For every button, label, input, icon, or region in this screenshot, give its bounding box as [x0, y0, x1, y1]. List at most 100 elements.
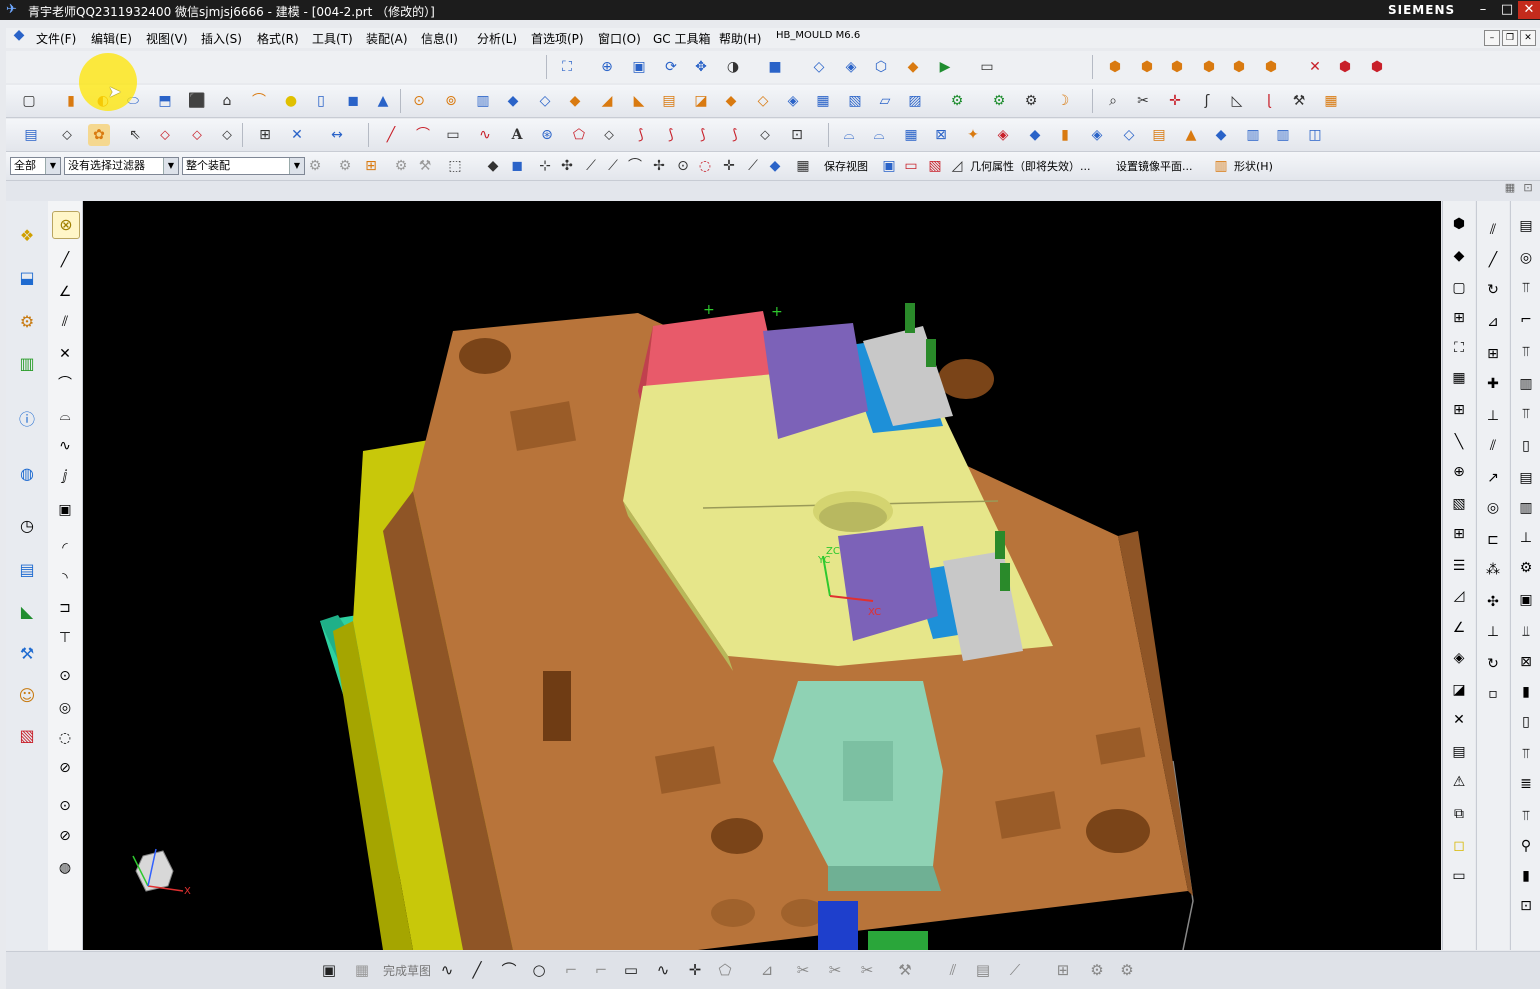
surface-15-icon[interactable]: ▥	[1272, 124, 1294, 146]
rect-select-icon[interactable]: ⬚	[446, 155, 464, 177]
offset-bottom-icon[interactable]: ⊿	[756, 959, 778, 981]
sketch-parallel-icon[interactable]: ⫽	[54, 311, 76, 333]
sketch-circle-2-icon[interactable]: ◎	[54, 697, 76, 719]
selection-3-icon[interactable]: ⊞	[362, 155, 380, 177]
suppress-icon[interactable]: ⬦	[216, 124, 238, 146]
mold-tool-13-icon[interactable]: ▣	[1515, 589, 1537, 611]
assembly-tool-3-icon[interactable]: ⬢	[1166, 56, 1188, 78]
sketch-rect-tool-icon[interactable]: ▣	[54, 499, 76, 521]
line-bottom-icon[interactable]: ╱	[466, 959, 488, 981]
pad-icon[interactable]: ⌂	[216, 90, 238, 112]
edge-blend-icon[interactable]: ◢	[596, 90, 618, 112]
cone-icon[interactable]: ▲	[372, 90, 394, 112]
arc-bottom-icon[interactable]: ⌒	[498, 959, 520, 981]
curve-tool-3-icon[interactable]: ✛	[1164, 90, 1186, 112]
display-layer-icon[interactable]: ◆	[902, 56, 924, 78]
sketch-circle-icon[interactable]: ⊙	[54, 665, 76, 687]
offset-curve-icon[interactable]: ⟆	[660, 124, 682, 146]
surface-3-icon[interactable]: ▦	[900, 124, 922, 146]
edit-surface-icon[interactable]: ◿	[1448, 585, 1470, 607]
fillet-bottom-icon[interactable]: ⌐	[560, 959, 582, 981]
assembly-scope-dropdown[interactable]: 整个装配 ▼	[182, 157, 305, 175]
shaded-cube-icon[interactable]: ■	[764, 56, 786, 78]
divide-curve-icon[interactable]: ⊡	[786, 124, 808, 146]
zoom-window-icon[interactable]: ▣	[628, 56, 650, 78]
mold-tool-2-icon[interactable]: ◎	[1515, 247, 1537, 269]
history-icon[interactable]: ◍	[14, 461, 40, 487]
relations-icon[interactable]: ⊞	[1052, 959, 1074, 981]
shell-icon[interactable]: ▤	[658, 90, 680, 112]
manufacturing-wizard-icon[interactable]: ⚒	[14, 641, 40, 667]
process-studio-icon[interactable]: ◣	[14, 599, 40, 625]
type-filter-dropdown[interactable]: 没有选择过滤器 ▼	[64, 157, 179, 175]
snap-quadrant-icon[interactable]: ◌	[696, 155, 714, 177]
shape-icon[interactable]: ▥	[1212, 155, 1230, 177]
nx-app-icon[interactable]: ◆	[10, 26, 28, 44]
mold-tool-7-icon[interactable]: ⫪	[1515, 403, 1537, 425]
snap-endpoint-icon[interactable]: ⊹	[536, 155, 554, 177]
sketch-arc-3-icon[interactable]: ◝	[54, 567, 76, 589]
slot-icon[interactable]: ◆	[502, 90, 524, 112]
arc-icon[interactable]: ⌒	[412, 124, 434, 146]
curve-tool-7-icon[interactable]: ⚒	[1288, 90, 1310, 112]
curve-tool-6-icon[interactable]: ɭ	[1258, 90, 1280, 112]
pan-icon[interactable]: ✥	[690, 56, 712, 78]
extend-bottom-icon[interactable]: ✂	[824, 959, 846, 981]
move-layer-icon[interactable]: ⊞	[1448, 307, 1470, 329]
selection-1-icon[interactable]: ⚙	[306, 155, 324, 177]
small-box-icon[interactable]: ▫	[1482, 683, 1504, 705]
rotate-tool-icon[interactable]: ↻	[1482, 279, 1504, 301]
grid-snap-icon[interactable]: ▦	[794, 155, 812, 177]
mold-tool-9-icon[interactable]: ▤	[1515, 467, 1537, 489]
menu-assembly[interactable]: 装配(A)	[366, 30, 408, 47]
wireframe-cube-icon[interactable]: ◇	[808, 56, 830, 78]
grid-layout-icon[interactable]: ⊞	[1448, 523, 1470, 545]
plane-icon[interactable]: ▭	[1448, 865, 1470, 887]
hatch-icon[interactable]: ▧	[1448, 493, 1470, 515]
surface-5-icon[interactable]: ✦	[962, 124, 984, 146]
layer-settings-icon[interactable]: ▶	[934, 56, 956, 78]
chamfer-icon[interactable]: ◣	[628, 90, 650, 112]
surface-1-icon[interactable]: ⌓	[838, 124, 860, 146]
profile-bottom-icon[interactable]: ∿	[436, 959, 458, 981]
sketch-spline-icon[interactable]: ∿	[54, 435, 76, 457]
save-view-label[interactable]: 保存视图	[824, 158, 868, 174]
zoom-icon[interactable]: ⊕	[596, 56, 618, 78]
block-icon[interactable]: ⬛	[186, 90, 208, 112]
intersect-icon[interactable]: ◈	[782, 90, 804, 112]
measure-icon[interactable]: ✕	[286, 124, 308, 146]
shaded-select-icon[interactable]: ◆	[484, 155, 502, 177]
circle-bottom-icon[interactable]: ○	[528, 959, 550, 981]
close-button[interactable]: ✕	[1518, 1, 1540, 19]
grid-2-icon[interactable]: ⊞	[1482, 343, 1504, 365]
palette-icon[interactable]: ▧	[14, 723, 40, 749]
fold-icon[interactable]: ⊿	[1482, 311, 1504, 333]
mold-tool-22-icon[interactable]: ▮	[1515, 865, 1537, 887]
mold-tool-23-icon[interactable]: ⊡	[1515, 895, 1537, 917]
solid-box-icon[interactable]: ▢	[1448, 277, 1470, 299]
edit-position-icon[interactable]: ⬦	[186, 124, 208, 146]
mold-tool-3-icon[interactable]: ⫪	[1515, 277, 1537, 299]
sync-icon[interactable]: ◎	[1482, 497, 1504, 519]
trim-bottom-icon[interactable]: ✂	[792, 959, 814, 981]
menu-hb-mould[interactable]: HB_MOULD M6.6	[776, 30, 860, 41]
corner-icon[interactable]: ⊥	[1482, 621, 1504, 643]
angle-icon[interactable]: ∠	[1448, 617, 1470, 639]
assembly-tool-6-icon[interactable]: ⬢	[1260, 56, 1282, 78]
sketch-point-2-icon[interactable]: ⊘	[54, 825, 76, 847]
extend-curve-icon[interactable]: ⬦	[754, 124, 776, 146]
dimension-bottom-icon[interactable]: ▤	[972, 959, 994, 981]
snap-arc-icon[interactable]: ⌒	[626, 155, 644, 177]
menu-format[interactable]: 格式(R)	[257, 30, 299, 47]
snap-midpoint-icon[interactable]: ✣	[558, 155, 576, 177]
sphere-icon[interactable]: ●	[280, 90, 302, 112]
assembly-tool-5-icon[interactable]: ⬢	[1228, 56, 1250, 78]
fullscreen-icon[interactable]: ⊡	[1520, 180, 1536, 196]
nx5-icon[interactable]: ⬒	[154, 90, 176, 112]
rotate-icon[interactable]: ⟳	[660, 56, 682, 78]
layer-view-icon[interactable]: ▭	[902, 155, 920, 177]
system-materials-icon[interactable]: ▤	[14, 557, 40, 583]
mold-tool-10-icon[interactable]: ▥	[1515, 497, 1537, 519]
move-object-icon[interactable]: ⚙	[988, 90, 1010, 112]
group-icon[interactable]: ▤	[1448, 741, 1470, 763]
